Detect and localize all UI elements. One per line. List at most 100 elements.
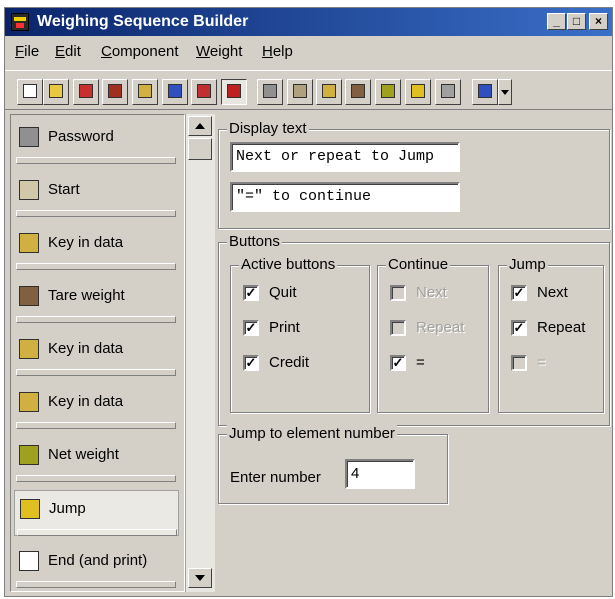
component-label: Jump: [49, 500, 86, 517]
menu-file-mnemonic: F: [15, 43, 25, 60]
arrow-down-icon: [195, 575, 205, 581]
component-list-scrollbar[interactable]: [185, 114, 215, 592]
menu-component[interactable]: Component: [101, 43, 179, 60]
checkbox[interactable]: ✓: [511, 320, 527, 336]
display-text-line1-field[interactable]: Next or repeat to Jump: [230, 142, 460, 172]
jump-to-element-label: Jump to element number: [227, 425, 397, 442]
password-tool-icon: [263, 84, 277, 98]
display-text-line2-field[interactable]: "=" to continue: [230, 182, 460, 212]
component-item[interactable]: End (and print): [14, 543, 179, 589]
menu-weight[interactable]: Weight: [196, 43, 242, 60]
jump-tool-icon: [411, 84, 425, 98]
checkbox-label: Print: [269, 319, 300, 336]
open-folder-icon: [49, 84, 63, 98]
save-icon: [79, 84, 93, 98]
display-text-group: Display text Next or repeat to Jump "=" …: [218, 120, 610, 229]
component-item[interactable]: Net weight: [14, 437, 179, 483]
close-button[interactable]: ×: [589, 13, 608, 30]
checkbox-label: Repeat: [416, 319, 465, 336]
component-item[interactable]: Key in data: [14, 384, 179, 430]
password-tool-button[interactable]: [257, 79, 283, 105]
menu-help-label: elp: [272, 43, 293, 60]
properties-button[interactable]: [132, 79, 158, 105]
delete-button[interactable]: [102, 79, 128, 105]
component-label: Key in data: [48, 393, 124, 410]
enter-number-field[interactable]: 4: [345, 459, 415, 489]
menu-edit[interactable]: Edit: [55, 43, 81, 60]
key-in-data-icon: [19, 233, 39, 253]
jump-label: Jump: [507, 256, 548, 273]
save-button[interactable]: [73, 79, 99, 105]
scroll-thumb[interactable]: [188, 138, 212, 160]
checkbox: [390, 320, 406, 336]
component-separator: [16, 263, 176, 270]
component-item[interactable]: Key in data: [14, 331, 179, 377]
menu-help-mnemonic: H: [262, 43, 273, 60]
menu-help[interactable]: Help: [262, 43, 293, 60]
app-window: Weighing Sequence Builder _ □ × File Edi…: [4, 7, 613, 597]
jump-group: Jump ✓ Next ✓ Repeat =: [498, 256, 604, 413]
menu-file[interactable]: File: [15, 43, 39, 60]
window-title: Weighing Sequence Builder: [37, 13, 249, 30]
open-folder-button[interactable]: [43, 79, 69, 105]
checkbox-label: =: [416, 354, 425, 371]
start-tool-icon: [293, 84, 307, 98]
checkbox: [390, 285, 406, 301]
active-buttons-label: Active buttons: [239, 256, 338, 273]
toolbar: [5, 70, 612, 110]
menu-component-label: omponent: [111, 43, 179, 60]
component-separator: [16, 316, 176, 323]
checkbox[interactable]: ✓: [243, 285, 259, 301]
key-in-data-tool-button[interactable]: [316, 79, 342, 105]
maximize-button[interactable]: □: [567, 13, 586, 30]
tare-weight-tool-button[interactable]: [345, 79, 371, 105]
text-tool-button[interactable]: [472, 79, 498, 105]
checkbox-label: =: [537, 354, 546, 371]
net-weight-tool-button[interactable]: [375, 79, 401, 105]
checkbox-label: Quit: [269, 284, 297, 301]
buttons-group: Buttons Active buttons ✓ Quit ✓ Print ✓ Credi…: [218, 233, 610, 426]
component-separator: [16, 157, 176, 164]
pointer-button[interactable]: [221, 79, 247, 105]
component-item[interactable]: Tare weight: [14, 278, 179, 324]
text-tool-dropdown-button[interactable]: [498, 79, 512, 105]
minimize-button[interactable]: _: [547, 13, 566, 30]
end-print-tool-button[interactable]: [435, 79, 461, 105]
new-file-button[interactable]: [17, 79, 43, 105]
checkbox[interactable]: ✓: [243, 320, 259, 336]
move-down-button[interactable]: [191, 79, 217, 105]
jump-tool-button[interactable]: [405, 79, 431, 105]
component-item[interactable]: Password: [14, 119, 179, 165]
checkbox[interactable]: ✓: [511, 285, 527, 301]
net-weight-tool-icon: [381, 84, 395, 98]
scroll-down-button[interactable]: [188, 568, 212, 588]
move-down-icon: [197, 84, 211, 98]
component-list: Password Start Key in data Tare weight Key i…: [10, 114, 185, 592]
component-separator: [17, 529, 177, 536]
scroll-up-button[interactable]: [188, 116, 212, 136]
properties-icon: [138, 84, 152, 98]
start-tool-button[interactable]: [287, 79, 313, 105]
component-item[interactable]: Start: [14, 172, 179, 218]
component-separator: [16, 369, 176, 376]
title-bar[interactable]: Weighing Sequence Builder _ □ ×: [5, 8, 612, 36]
move-up-button[interactable]: [162, 79, 188, 105]
component-item[interactable]: Key in data: [14, 225, 179, 271]
checkbox[interactable]: ✓: [243, 355, 259, 371]
menu-file-label: ile: [24, 43, 40, 60]
chevron-down-icon: [501, 90, 509, 95]
component-label: Start: [48, 181, 80, 198]
checkbox-label: Credit: [269, 354, 310, 371]
component-label: Key in data: [48, 340, 124, 357]
key-in-data-icon: [19, 339, 39, 359]
component-label: End (and print): [48, 552, 148, 569]
jump-to-element-group: Jump to element number Enter number 4: [218, 425, 448, 504]
component-label: Password: [48, 128, 114, 145]
active-buttons-group: Active buttons ✓ Quit ✓ Print ✓ Credit: [230, 256, 370, 413]
buttons-group-label: Buttons: [227, 233, 282, 250]
component-separator: [16, 210, 176, 217]
component-label: Key in data: [48, 234, 124, 251]
checkbox[interactable]: ✓: [390, 355, 406, 371]
component-item[interactable]: Jump: [14, 490, 179, 536]
display-text-label: Display text: [227, 120, 309, 137]
